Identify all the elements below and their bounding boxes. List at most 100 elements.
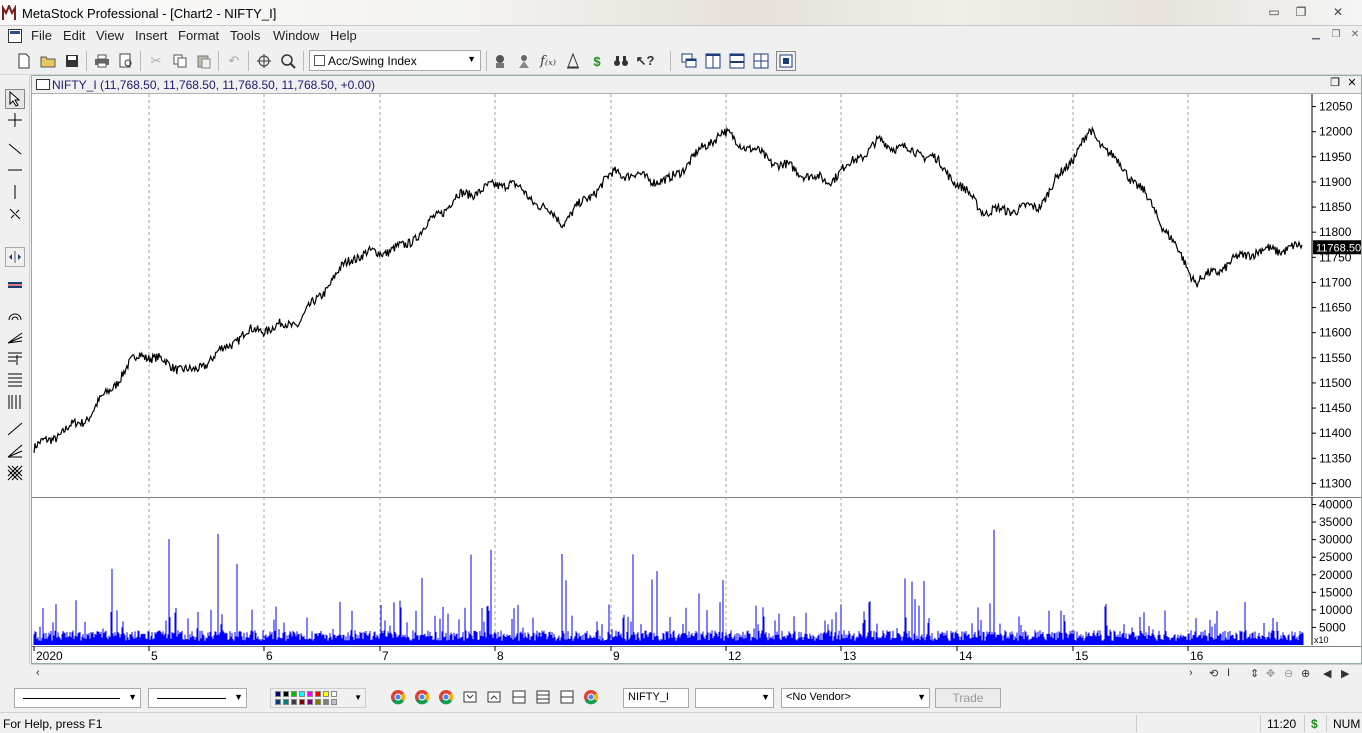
horizontal-line-tool-icon[interactable] — [5, 160, 25, 180]
help-cursor-icon[interactable]: ↖? — [635, 51, 655, 71]
undo-icon[interactable]: ↶ — [224, 51, 244, 71]
page-left-icon[interactable]: ◀ — [1323, 667, 1331, 680]
vendor-select[interactable]: <No Vendor> ▼ — [781, 688, 930, 708]
fan-tool-icon[interactable] — [5, 326, 25, 346]
time-zones-icon[interactable] — [5, 392, 25, 412]
formula-icon[interactable]: f₍ₓ₎ — [538, 51, 558, 71]
menu-insert[interactable]: Insert — [135, 28, 168, 43]
chrome-icon-4[interactable] — [583, 689, 599, 705]
chrome-icon-3[interactable] — [438, 689, 454, 705]
explorer-icon[interactable] — [514, 51, 534, 71]
color-swatch[interactable] — [331, 699, 337, 705]
close-button[interactable]: ✕ — [1327, 4, 1349, 21]
vertical-scale-icon[interactable]: ⇕ — [1250, 667, 1259, 680]
print-icon[interactable] — [92, 51, 112, 71]
open-folder-icon[interactable] — [38, 51, 58, 71]
print-preview-icon[interactable] — [116, 51, 136, 71]
layout-icon-5[interactable] — [559, 689, 575, 705]
binoculars-icon[interactable] — [611, 51, 631, 71]
fibonacci-tool-icon[interactable] — [5, 370, 25, 390]
document-icon[interactable] — [8, 29, 22, 43]
menu-file[interactable]: File — [31, 28, 52, 43]
trade-button[interactable]: Trade — [935, 688, 1001, 708]
crosshair-tool-icon[interactable] — [5, 110, 25, 130]
scale-zoom-icon[interactable] — [5, 247, 25, 267]
maximize-button[interactable]: ❐ — [1290, 4, 1312, 21]
color-swatch[interactable] — [291, 699, 297, 705]
menu-edit[interactable]: Edit — [63, 28, 85, 43]
retracement-tool-icon[interactable] — [5, 348, 25, 368]
mdi-minimize-button[interactable]: ▁ — [1308, 29, 1324, 43]
color-swatch[interactable] — [291, 691, 297, 697]
zoom-icon[interactable] — [278, 51, 298, 71]
color-swatch[interactable] — [315, 691, 321, 697]
color-swatch[interactable] — [323, 691, 329, 697]
tile-vertical-icon[interactable] — [703, 51, 723, 71]
grid-tool-icon[interactable] — [5, 463, 25, 483]
color-swatch[interactable] — [307, 699, 313, 705]
indicator-select[interactable]: Acc/Swing Index ▼ — [309, 50, 481, 71]
menu-help[interactable]: Help — [330, 28, 357, 43]
volume-chart[interactable]: 5000 10000 15000 20000 25000 30000 35000 40000 x… — [32, 497, 1361, 645]
speed-lines-icon[interactable] — [5, 441, 25, 461]
trendline-tool-icon[interactable] — [5, 139, 25, 159]
refresh-icon[interactable]: ⟲ — [1209, 667, 1218, 680]
page-right-icon[interactable]: ▶ — [1341, 667, 1349, 680]
parallel-lines-icon[interactable] — [5, 275, 25, 295]
color-swatch[interactable] — [299, 691, 305, 697]
menu-tools[interactable]: Tools — [230, 28, 260, 43]
scroll-right-icon[interactable]: › — [1189, 667, 1193, 679]
paste-icon[interactable] — [194, 51, 214, 71]
chrome-icon-2[interactable] — [414, 689, 430, 705]
copy-icon[interactable] — [170, 51, 190, 71]
price-chart[interactable]: 11300 11350 11400 11450 11500 11550 11600 11650… — [32, 94, 1361, 496]
periodicity-select[interactable]: ▼ — [695, 688, 774, 708]
minimize-button[interactable]: ▭ — [1263, 4, 1285, 21]
menu-format[interactable]: Format — [178, 28, 219, 43]
dollar-icon[interactable]: $ — [587, 51, 607, 71]
layout-icon-3[interactable] — [511, 689, 527, 705]
color-swatch[interactable] — [331, 691, 337, 697]
tile-horizontal-icon[interactable] — [727, 51, 747, 71]
mdi-close-button[interactable]: ✕ — [1347, 29, 1362, 43]
select-arrow-icon[interactable] — [5, 89, 25, 109]
chrome-icon-1[interactable] — [390, 689, 406, 705]
symbol-input[interactable]: NIFTY_I — [623, 688, 689, 708]
color-swatch[interactable] — [275, 699, 281, 705]
chart-window[interactable]: NIFTY_I (11,768.50, 11,768.50, 11,768.50… — [31, 75, 1362, 664]
arrange-icon[interactable] — [776, 51, 796, 71]
layout-icon-4[interactable] — [535, 689, 551, 705]
color-swatch[interactable] — [299, 699, 305, 705]
layout-icon-2[interactable] — [486, 689, 502, 705]
linear-regression-icon[interactable] — [5, 419, 25, 439]
color-swatch[interactable] — [283, 699, 289, 705]
system-tester-icon[interactable] — [563, 51, 583, 71]
menu-view[interactable]: View — [96, 28, 124, 43]
move-icon[interactable]: ✥ — [1266, 667, 1275, 680]
color-palette-select[interactable]: ▼ — [270, 688, 366, 708]
color-swatch[interactable] — [275, 691, 281, 697]
color-swatch[interactable] — [315, 699, 321, 705]
scroll-left-icon[interactable]: ‹ — [36, 667, 40, 679]
cascade-icon[interactable] — [679, 51, 699, 71]
color-swatch[interactable] — [323, 699, 329, 705]
cursor-mode-icon[interactable]: I — [1227, 667, 1230, 679]
line-style-select[interactable]: ▼ — [14, 688, 141, 708]
mdi-restore-button[interactable]: ❐ — [1328, 29, 1344, 43]
chart-maximize-button[interactable]: ❐ — [1328, 77, 1342, 91]
zoom-out-icon[interactable]: ⊖ — [1284, 667, 1293, 680]
color-swatch[interactable] — [307, 691, 313, 697]
tile-grid-icon[interactable] — [751, 51, 771, 71]
save-icon[interactable] — [62, 51, 82, 71]
vertical-line-tool-icon[interactable] — [5, 182, 25, 202]
crosshair-icon[interactable] — [254, 51, 274, 71]
line-weight-select[interactable]: ▼ — [148, 688, 247, 708]
layout-icon-1[interactable] — [462, 689, 478, 705]
zoom-in-icon[interactable]: ⊕ — [1301, 667, 1310, 680]
menu-window[interactable]: Window — [273, 28, 319, 43]
cycle-tool-icon[interactable] — [5, 204, 25, 224]
expert-advisor-icon[interactable] — [490, 51, 510, 71]
new-file-icon[interactable] — [14, 51, 34, 71]
chart-close-button[interactable]: ✕ — [1345, 77, 1359, 91]
color-swatch[interactable] — [283, 691, 289, 697]
